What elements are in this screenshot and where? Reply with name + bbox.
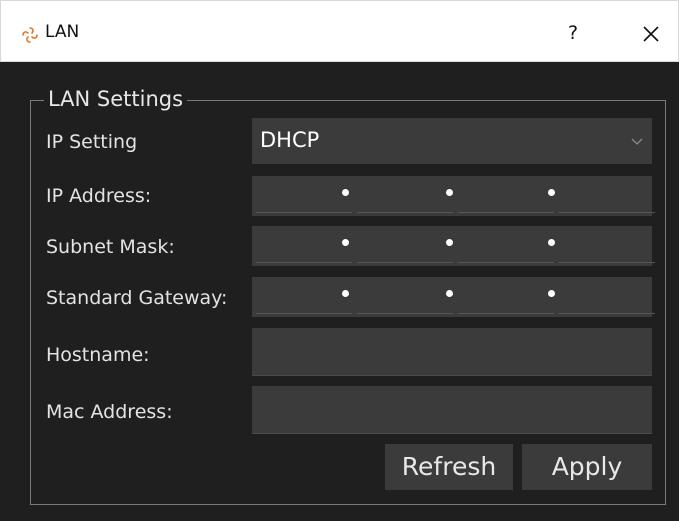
- ip-address-octet-1[interactable]: [256, 180, 352, 213]
- apply-button[interactable]: Apply: [522, 444, 652, 490]
- ip-address-label: IP Address:: [46, 185, 152, 207]
- octet-separator: [342, 290, 349, 297]
- mac-address-input[interactable]: [252, 386, 652, 434]
- subnet-mask-octet-4[interactable]: [559, 230, 655, 263]
- ip-setting-dropdown[interactable]: DHCP: [252, 118, 652, 164]
- mac-address-label: Mac Address:: [46, 401, 173, 423]
- gateway-octet-2[interactable]: [357, 281, 453, 314]
- chevron-down-icon: [631, 138, 643, 145]
- close-icon[interactable]: [634, 17, 668, 51]
- gateway-octet-1[interactable]: [256, 281, 352, 314]
- ip-setting-value: DHCP: [260, 128, 320, 152]
- refresh-button[interactable]: Refresh: [385, 444, 513, 490]
- gateway-octet-4[interactable]: [559, 281, 655, 314]
- title-bar: LAN ?: [0, 0, 679, 62]
- subnet-mask-octet-3[interactable]: [458, 230, 554, 263]
- ip-setting-label: IP Setting: [46, 131, 138, 153]
- octet-separator: [446, 239, 453, 246]
- subnet-mask-octet-1[interactable]: [256, 230, 352, 263]
- subnet-mask-label: Subnet Mask:: [46, 236, 175, 258]
- app-logo-icon: [22, 27, 38, 43]
- octet-separator: [548, 189, 555, 196]
- octet-separator: [548, 239, 555, 246]
- help-button[interactable]: ?: [558, 16, 588, 50]
- ip-address-octet-2[interactable]: [357, 180, 453, 213]
- gateway-label: Standard Gateway:: [46, 287, 228, 309]
- group-title: LAN Settings: [44, 86, 188, 112]
- hostname-label: Hostname:: [46, 344, 150, 366]
- gateway-octet-3[interactable]: [458, 281, 554, 314]
- gateway-input[interactable]: [252, 277, 655, 317]
- ip-address-octet-4[interactable]: [559, 180, 655, 213]
- subnet-mask-octet-2[interactable]: [357, 230, 453, 263]
- hostname-input[interactable]: [252, 328, 652, 376]
- ip-address-octet-3[interactable]: [458, 180, 554, 213]
- octet-separator: [548, 290, 555, 297]
- octet-separator: [342, 239, 349, 246]
- subnet-mask-input[interactable]: [252, 226, 655, 266]
- ip-address-input[interactable]: [252, 176, 655, 216]
- octet-separator: [446, 290, 453, 297]
- window-title: LAN: [45, 22, 80, 42]
- octet-separator: [342, 189, 349, 196]
- octet-separator: [446, 189, 453, 196]
- lan-dialog: LAN ? LAN Settings IP Setting DHCP IP Ad…: [0, 0, 679, 521]
